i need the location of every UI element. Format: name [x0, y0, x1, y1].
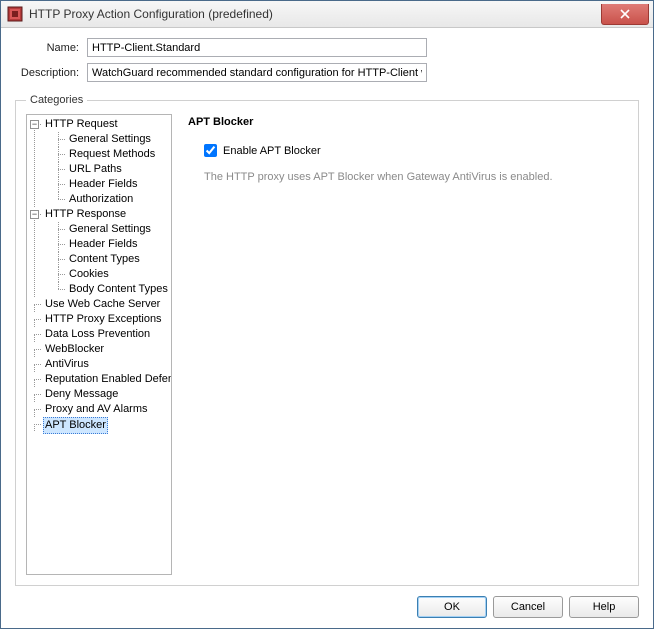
close-button[interactable] [601, 4, 649, 25]
tree-label-web-cache[interactable]: Use Web Cache Server [43, 297, 162, 312]
description-row: Description: [15, 63, 639, 82]
tree-label-http-response[interactable]: HTTP Response [43, 207, 128, 222]
enable-apt-blocker-checkbox[interactable] [204, 144, 217, 157]
tree-node-proxy-av-alarms[interactable]: Proxy and AV Alarms [29, 402, 169, 417]
collapse-icon[interactable]: − [30, 120, 39, 129]
help-button[interactable]: Help [569, 596, 639, 618]
tree-node-request-general[interactable]: General Settings [43, 132, 169, 147]
tree-label-content-types[interactable]: Content Types [67, 252, 142, 267]
tree-label-dlp[interactable]: Data Loss Prevention [43, 327, 152, 342]
tree-label-proxy-exceptions[interactable]: HTTP Proxy Exceptions [43, 312, 164, 327]
enable-apt-row: Enable APT Blocker [204, 144, 624, 157]
dialog-content: Name: Description: Categories − HTTP Req… [1, 28, 653, 628]
tree-label-url-paths[interactable]: URL Paths [67, 162, 124, 177]
button-row: OK Cancel Help [15, 596, 639, 618]
tree-node-content-types[interactable]: Content Types [43, 252, 169, 267]
tree-label-response-header-fields[interactable]: Header Fields [67, 237, 139, 252]
tree-node-red[interactable]: Reputation Enabled Defense [29, 372, 169, 387]
tree-label-cookies[interactable]: Cookies [67, 267, 111, 282]
tree-node-request-header-fields[interactable]: Header Fields [43, 177, 169, 192]
detail-panel: APT Blocker Enable APT Blocker The HTTP … [172, 114, 628, 575]
tree-node-webblocker[interactable]: WebBlocker [29, 342, 169, 357]
tree-node-http-response[interactable]: − HTTP Response General Settings Header … [29, 207, 169, 297]
tree-label-request-general[interactable]: General Settings [67, 132, 153, 147]
categories-legend: Categories [26, 94, 87, 106]
tree-node-antivirus[interactable]: AntiVirus [29, 357, 169, 372]
name-row: Name: [15, 38, 639, 57]
tree-node-proxy-exceptions[interactable]: HTTP Proxy Exceptions [29, 312, 169, 327]
tree-label-response-general[interactable]: General Settings [67, 222, 153, 237]
tree-node-authorization[interactable]: Authorization [43, 192, 169, 207]
tree-label-proxy-av-alarms[interactable]: Proxy and AV Alarms [43, 402, 150, 417]
tree-node-web-cache[interactable]: Use Web Cache Server [29, 297, 169, 312]
cancel-button[interactable]: Cancel [493, 596, 563, 618]
app-icon [7, 6, 23, 22]
tree-node-request-methods[interactable]: Request Methods [43, 147, 169, 162]
tree-label-antivirus[interactable]: AntiVirus [43, 357, 91, 372]
window-title: HTTP Proxy Action Configuration (predefi… [29, 7, 601, 21]
tree-label-deny-message[interactable]: Deny Message [43, 387, 120, 402]
tree-node-dlp[interactable]: Data Loss Prevention [29, 327, 169, 342]
tree-node-deny-message[interactable]: Deny Message [29, 387, 169, 402]
name-field[interactable] [87, 38, 427, 57]
tree-node-response-general[interactable]: General Settings [43, 222, 169, 237]
close-icon [620, 9, 630, 19]
apt-blocker-hint: The HTTP proxy uses APT Blocker when Gat… [204, 171, 624, 183]
description-label: Description: [15, 67, 79, 79]
tree-node-body-content-types[interactable]: Body Content Types [43, 282, 169, 297]
tree-label-red[interactable]: Reputation Enabled Defense [43, 372, 172, 387]
ok-button[interactable]: OK [417, 596, 487, 618]
tree-node-response-header-fields[interactable]: Header Fields [43, 237, 169, 252]
detail-heading: APT Blocker [188, 116, 624, 128]
dialog-window: HTTP Proxy Action Configuration (predefi… [0, 0, 654, 629]
collapse-icon[interactable]: − [30, 210, 39, 219]
tree-node-apt-blocker[interactable]: APT Blocker [29, 417, 169, 434]
tree-node-url-paths[interactable]: URL Paths [43, 162, 169, 177]
tree-label-request-header-fields[interactable]: Header Fields [67, 177, 139, 192]
tree-node-http-request[interactable]: − HTTP Request General Settings Request … [29, 117, 169, 207]
tree-label-webblocker[interactable]: WebBlocker [43, 342, 106, 357]
tree-label-body-content-types[interactable]: Body Content Types [67, 282, 170, 297]
categories-tree[interactable]: − HTTP Request General Settings Request … [26, 114, 172, 575]
categories-group: Categories − HTTP Request General Settin… [15, 94, 639, 586]
enable-apt-blocker-label: Enable APT Blocker [223, 145, 321, 157]
tree-label-http-request[interactable]: HTTP Request [43, 117, 120, 132]
titlebar: HTTP Proxy Action Configuration (predefi… [1, 1, 653, 28]
tree-node-cookies[interactable]: Cookies [43, 267, 169, 282]
description-field[interactable] [87, 63, 427, 82]
tree-label-authorization[interactable]: Authorization [67, 192, 135, 207]
tree-label-request-methods[interactable]: Request Methods [67, 147, 157, 162]
name-label: Name: [15, 42, 79, 54]
tree-label-apt-blocker[interactable]: APT Blocker [43, 417, 108, 434]
